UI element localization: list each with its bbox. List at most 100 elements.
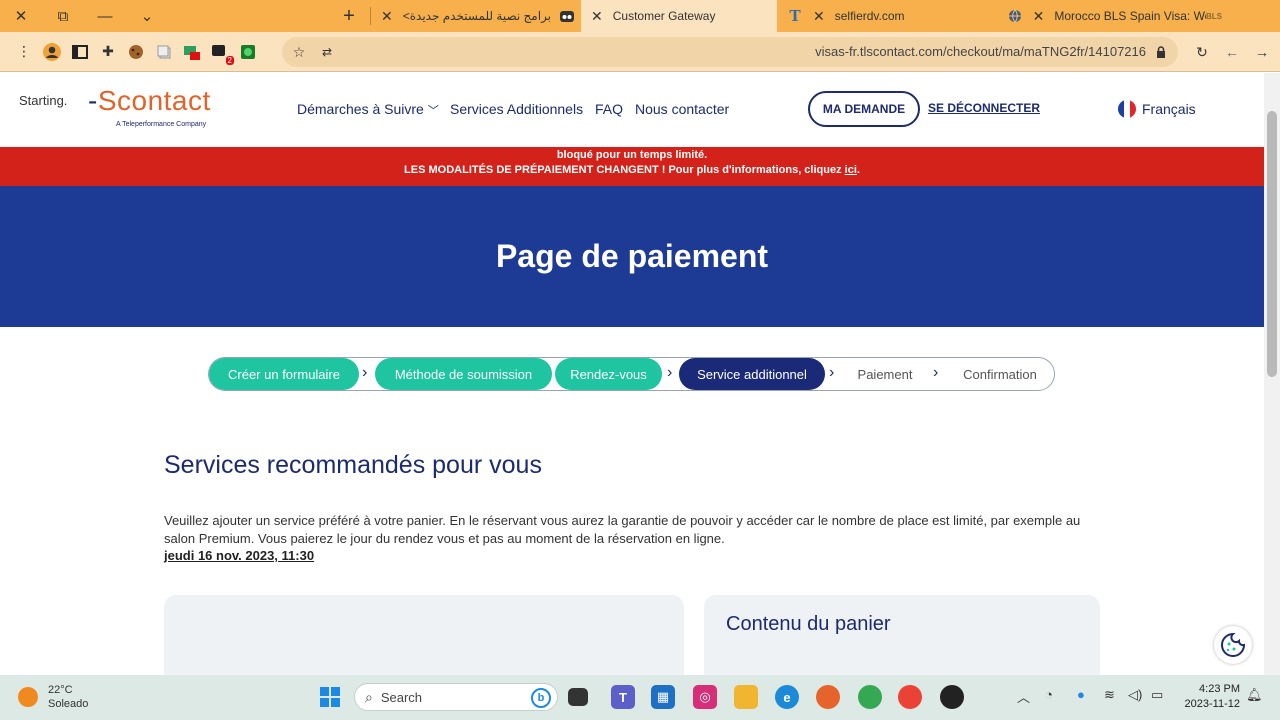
tab-bls-spain[interactable]: ✕ Morocco BLS Spain Visa: Welcom BLS	[997, 0, 1232, 32]
minimize-window-icon[interactable]: —	[84, 0, 126, 32]
close-tab-icon[interactable]: ✕	[381, 8, 393, 25]
tab-list-chevron-icon[interactable]: ⌄	[126, 0, 168, 32]
alert-line-1: bloqué pour un temps limité.	[556, 149, 708, 161]
browser-tab-strip: ✕ ⧉ — ⌄ + ✕ برامج نصية للمستخدم جديدة> ✕…	[0, 0, 1280, 32]
page-scrollbar[interactable]	[1264, 73, 1280, 675]
close-window-icon[interactable]: ✕	[0, 0, 42, 32]
volume-icon[interactable]: ◁)	[1128, 687, 1142, 703]
site-info-icon[interactable]: ⇄	[316, 41, 338, 63]
tray-chevron-up-icon[interactable]: ︿	[1017, 687, 1030, 706]
restore-window-icon[interactable]: ⧉	[42, 0, 84, 32]
nav-demarches[interactable]: Démarches à Suivre ﹀	[297, 101, 439, 118]
browser-toolbar: ⋮ ✚ 2 ☆ ⇄ visas-fr.tlscontact.com/checko…	[0, 32, 1280, 72]
services-description: Veuillez ajouter un service préféré à vo…	[164, 513, 1081, 546]
ma-demande-button[interactable]: MA DEMANDE	[808, 91, 920, 127]
scrollbar-thumb[interactable]	[1267, 111, 1277, 377]
back-arrow-icon[interactable]: ←	[1221, 41, 1243, 63]
extensions-puzzle-icon[interactable]: ✚	[97, 41, 119, 63]
bookmark-star-icon[interactable]: ☆	[288, 41, 310, 63]
tab-title: Morocco BLS Spain Visa: Welcom	[1054, 9, 1206, 23]
reload-icon[interactable]: ↻	[1191, 41, 1213, 63]
appointment-date: jeudi 16 nov. 2023, 11:30	[164, 548, 315, 563]
new-tab-plus-icon[interactable]: +	[328, 0, 370, 32]
sidebar-icon[interactable]	[69, 41, 91, 63]
step-paiement: Paiement	[857, 366, 913, 382]
cart-card: Contenu du panier	[704, 595, 1100, 685]
green-extension-icon[interactable]	[237, 41, 259, 63]
weather-condition: Soleado	[48, 698, 89, 710]
nav-services-additionnels[interactable]: Services Additionnels	[450, 101, 583, 117]
instagram-icon[interactable]: ◎	[693, 685, 717, 709]
bls-favicon: BLS	[1206, 11, 1222, 21]
services-card	[164, 595, 684, 685]
chevron-right-icon: ›	[933, 364, 939, 381]
weather-widget[interactable]: 22°C Soleado	[18, 683, 88, 711]
forward-arrow-icon[interactable]: →	[1251, 41, 1273, 63]
windows-start-icon[interactable]	[318, 685, 342, 709]
task-view-icon[interactable]	[568, 688, 588, 706]
security-shield-icon[interactable]: ◔	[1045, 687, 1053, 702]
alert-link-ici[interactable]: ici	[845, 164, 857, 176]
nav-nous-contacter[interactable]: Nous contacter	[635, 101, 729, 117]
page-title: Page de paiement	[495, 238, 769, 274]
close-tab-icon[interactable]: ✕	[813, 8, 825, 25]
menu-dots-icon[interactable]: ⋮	[13, 41, 35, 63]
badge-extension-icon[interactable]: 2	[209, 41, 234, 65]
chevron-down-icon: ﹀	[427, 105, 439, 117]
language-selector[interactable]: Français	[1118, 100, 1196, 118]
firefox-icon[interactable]	[816, 685, 840, 709]
translate-t-icon: T	[789, 6, 801, 25]
obs-icon[interactable]	[940, 685, 964, 709]
store-icon[interactable]: ▦	[651, 685, 675, 709]
nav-faq[interactable]: FAQ	[595, 101, 623, 117]
chevron-right-icon: ›	[362, 364, 368, 381]
copy-extension-icon[interactable]	[153, 41, 175, 63]
edge-icon[interactable]: e	[775, 685, 799, 709]
step-creer-formulaire[interactable]: Créer un formulaire	[209, 358, 359, 390]
address-url[interactable]: visas-fr.tlscontact.com/checkout/ma/maTN…	[815, 44, 1146, 59]
tab-userscripts[interactable]: ✕ برامج نصية للمستخدم جديدة>	[371, 0, 581, 32]
close-tab-icon[interactable]: ✕	[591, 8, 603, 25]
taskbar-search[interactable]: ⌕ Search b	[354, 683, 558, 711]
hero-banner: Page de paiement	[0, 186, 1264, 327]
mail-extension-icon[interactable]	[181, 41, 203, 63]
search-placeholder: Search	[380, 689, 423, 705]
bing-icon: b	[531, 688, 551, 708]
battery-icon[interactable]: ▭	[1151, 687, 1163, 703]
logo-subtitle: A Teleperformance Company	[116, 121, 207, 128]
cookie-extension-icon[interactable]	[125, 41, 147, 63]
site-header: Starting. -Scontact A Teleperformance Co…	[0, 73, 1264, 147]
chevron-right-icon: ›	[667, 364, 673, 381]
step-service-additionnel[interactable]: Service additionnel	[679, 358, 825, 390]
close-tab-icon[interactable]: ✕	[1033, 8, 1045, 25]
sun-icon	[18, 687, 38, 707]
system-clock[interactable]: 4:23 PM 2023-11-12	[1180, 682, 1240, 712]
omnibox[interactable]: ☆ ⇄ visas-fr.tlscontact.com/checkout/ma/…	[282, 37, 1178, 67]
step-confirmation: Confirmation	[963, 366, 1037, 382]
wifi-icon[interactable]: ≋	[1104, 687, 1115, 703]
windows-taskbar: 22°C Soleado ⌕ Search b T ▦ ◎ e ︿ ◔ ● ≋ …	[0, 675, 1280, 720]
chrome-icon[interactable]	[858, 685, 882, 709]
step-methode-soumission[interactable]: Méthode de soumission	[375, 358, 552, 390]
clock-date: 2023-11-12	[1184, 698, 1240, 710]
tlscontact-logo[interactable]: -Scontact A Teleperformance Company	[88, 85, 211, 128]
tampermonkey-icon	[559, 8, 575, 24]
profile-avatar-icon[interactable]	[41, 41, 63, 63]
starting-label: Starting.	[19, 93, 68, 108]
tab-title: Customer Gateway	[612, 9, 716, 23]
france-flag-icon	[1118, 100, 1136, 118]
tab-customer-gateway[interactable]: ✕ Customer Gateway	[581, 0, 777, 32]
file-explorer-icon[interactable]	[734, 685, 758, 709]
logout-link[interactable]: SE DÉCONNECTER	[928, 101, 1040, 115]
teams-icon[interactable]: T	[611, 685, 635, 709]
extension-badge-count: 2	[225, 55, 234, 65]
tab-selfierdv[interactable]: T ✕ selfierdv.com	[777, 0, 997, 32]
chrome-profile-icon[interactable]	[898, 685, 922, 709]
logo-text: Scontact	[97, 85, 211, 116]
cookie-settings-icon[interactable]	[1214, 626, 1252, 664]
chevron-right-icon: ›	[829, 364, 835, 381]
tab-title: selfierdv.com	[834, 9, 905, 23]
microphone-icon[interactable]: ●	[1077, 687, 1085, 702]
step-rendez-vous[interactable]: Rendez-vous	[555, 358, 662, 390]
notification-bell-icon[interactable]: 🔔︎	[1246, 687, 1263, 703]
